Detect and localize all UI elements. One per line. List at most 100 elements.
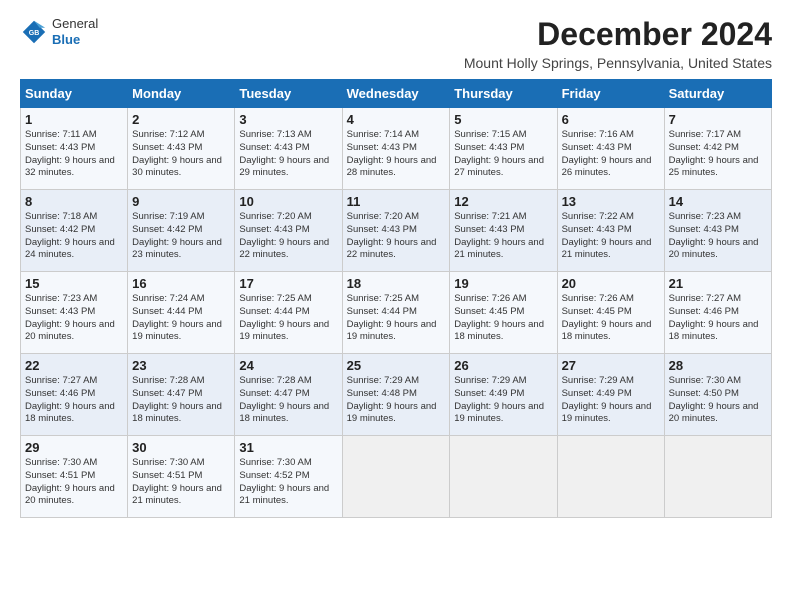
- day-detail: Sunrise: 7:13 AM Sunset: 4:43 PM Dayligh…: [239, 129, 337, 180]
- svg-text:GB: GB: [29, 29, 40, 36]
- calendar-day-cell: 11 Sunrise: 7:20 AM Sunset: 4:43 PM Dayl…: [342, 190, 450, 272]
- day-detail: Sunrise: 7:21 AM Sunset: 4:43 PM Dayligh…: [454, 211, 552, 262]
- day-detail: Sunrise: 7:26 AM Sunset: 4:45 PM Dayligh…: [562, 293, 660, 344]
- day-number: 13: [562, 194, 660, 209]
- day-number: 20: [562, 276, 660, 291]
- calendar-day-cell: 10 Sunrise: 7:20 AM Sunset: 4:43 PM Dayl…: [235, 190, 342, 272]
- day-number: 28: [669, 358, 767, 373]
- calendar-day-cell: 13 Sunrise: 7:22 AM Sunset: 4:43 PM Dayl…: [557, 190, 664, 272]
- calendar-day-cell: 12 Sunrise: 7:21 AM Sunset: 4:43 PM Dayl…: [450, 190, 557, 272]
- main-title: December 2024: [464, 16, 772, 53]
- day-detail: Sunrise: 7:23 AM Sunset: 4:43 PM Dayligh…: [25, 293, 123, 344]
- calendar-day-cell: 17 Sunrise: 7:25 AM Sunset: 4:44 PM Dayl…: [235, 272, 342, 354]
- day-detail: Sunrise: 7:15 AM Sunset: 4:43 PM Dayligh…: [454, 129, 552, 180]
- day-number: 4: [347, 112, 446, 127]
- weekday-header: Friday: [557, 80, 664, 108]
- calendar-day-cell: 19 Sunrise: 7:26 AM Sunset: 4:45 PM Dayl…: [450, 272, 557, 354]
- calendar-day-cell: 16 Sunrise: 7:24 AM Sunset: 4:44 PM Dayl…: [128, 272, 235, 354]
- calendar-week-row: 15 Sunrise: 7:23 AM Sunset: 4:43 PM Dayl…: [21, 272, 772, 354]
- day-detail: Sunrise: 7:29 AM Sunset: 4:49 PM Dayligh…: [562, 375, 660, 426]
- weekday-header: Monday: [128, 80, 235, 108]
- day-detail: Sunrise: 7:20 AM Sunset: 4:43 PM Dayligh…: [347, 211, 446, 262]
- calendar-week-row: 8 Sunrise: 7:18 AM Sunset: 4:42 PM Dayli…: [21, 190, 772, 272]
- day-number: 19: [454, 276, 552, 291]
- logo-blue-text: Blue: [52, 32, 98, 48]
- title-block: December 2024 Mount Holly Springs, Penns…: [464, 16, 772, 71]
- day-detail: Sunrise: 7:30 AM Sunset: 4:50 PM Dayligh…: [669, 375, 767, 426]
- calendar-day-cell: 25 Sunrise: 7:29 AM Sunset: 4:48 PM Dayl…: [342, 354, 450, 436]
- day-detail: Sunrise: 7:30 AM Sunset: 4:51 PM Dayligh…: [25, 457, 123, 508]
- calendar-day-cell: 24 Sunrise: 7:28 AM Sunset: 4:47 PM Dayl…: [235, 354, 342, 436]
- day-detail: Sunrise: 7:28 AM Sunset: 4:47 PM Dayligh…: [239, 375, 337, 426]
- calendar-table: SundayMondayTuesdayWednesdayThursdayFrid…: [20, 79, 772, 518]
- day-number: 21: [669, 276, 767, 291]
- calendar-day-cell: 15 Sunrise: 7:23 AM Sunset: 4:43 PM Dayl…: [21, 272, 128, 354]
- day-detail: Sunrise: 7:28 AM Sunset: 4:47 PM Dayligh…: [132, 375, 230, 426]
- calendar-day-cell: 18 Sunrise: 7:25 AM Sunset: 4:44 PM Dayl…: [342, 272, 450, 354]
- day-number: 23: [132, 358, 230, 373]
- day-detail: Sunrise: 7:16 AM Sunset: 4:43 PM Dayligh…: [562, 129, 660, 180]
- day-number: 7: [669, 112, 767, 127]
- day-detail: Sunrise: 7:26 AM Sunset: 4:45 PM Dayligh…: [454, 293, 552, 344]
- day-detail: Sunrise: 7:19 AM Sunset: 4:42 PM Dayligh…: [132, 211, 230, 262]
- weekday-header: Thursday: [450, 80, 557, 108]
- day-number: 14: [669, 194, 767, 209]
- day-number: 12: [454, 194, 552, 209]
- day-detail: Sunrise: 7:18 AM Sunset: 4:42 PM Dayligh…: [25, 211, 123, 262]
- calendar-day-cell: 4 Sunrise: 7:14 AM Sunset: 4:43 PM Dayli…: [342, 108, 450, 190]
- calendar-day-cell: 8 Sunrise: 7:18 AM Sunset: 4:42 PM Dayli…: [21, 190, 128, 272]
- calendar-day-cell: 7 Sunrise: 7:17 AM Sunset: 4:42 PM Dayli…: [664, 108, 771, 190]
- day-number: 17: [239, 276, 337, 291]
- calendar-day-cell: [342, 436, 450, 518]
- calendar-day-cell: 2 Sunrise: 7:12 AM Sunset: 4:43 PM Dayli…: [128, 108, 235, 190]
- calendar-day-cell: 5 Sunrise: 7:15 AM Sunset: 4:43 PM Dayli…: [450, 108, 557, 190]
- calendar-day-cell: 20 Sunrise: 7:26 AM Sunset: 4:45 PM Dayl…: [557, 272, 664, 354]
- calendar-day-cell: 26 Sunrise: 7:29 AM Sunset: 4:49 PM Dayl…: [450, 354, 557, 436]
- day-detail: Sunrise: 7:24 AM Sunset: 4:44 PM Dayligh…: [132, 293, 230, 344]
- calendar-day-cell: [664, 436, 771, 518]
- logo: GB General Blue: [20, 16, 98, 47]
- day-detail: Sunrise: 7:29 AM Sunset: 4:49 PM Dayligh…: [454, 375, 552, 426]
- day-detail: Sunrise: 7:25 AM Sunset: 4:44 PM Dayligh…: [347, 293, 446, 344]
- calendar-week-row: 1 Sunrise: 7:11 AM Sunset: 4:43 PM Dayli…: [21, 108, 772, 190]
- calendar-day-cell: 9 Sunrise: 7:19 AM Sunset: 4:42 PM Dayli…: [128, 190, 235, 272]
- day-number: 9: [132, 194, 230, 209]
- day-number: 8: [25, 194, 123, 209]
- calendar-day-cell: 29 Sunrise: 7:30 AM Sunset: 4:51 PM Dayl…: [21, 436, 128, 518]
- logo-general-text: General: [52, 16, 98, 32]
- day-number: 1: [25, 112, 123, 127]
- day-detail: Sunrise: 7:29 AM Sunset: 4:48 PM Dayligh…: [347, 375, 446, 426]
- day-detail: Sunrise: 7:17 AM Sunset: 4:42 PM Dayligh…: [669, 129, 767, 180]
- day-number: 5: [454, 112, 552, 127]
- weekday-header: Saturday: [664, 80, 771, 108]
- day-detail: Sunrise: 7:27 AM Sunset: 4:46 PM Dayligh…: [25, 375, 123, 426]
- day-number: 3: [239, 112, 337, 127]
- calendar-day-cell: 31 Sunrise: 7:30 AM Sunset: 4:52 PM Dayl…: [235, 436, 342, 518]
- day-number: 2: [132, 112, 230, 127]
- day-number: 31: [239, 440, 337, 455]
- day-number: 22: [25, 358, 123, 373]
- weekday-header: Sunday: [21, 80, 128, 108]
- day-number: 29: [25, 440, 123, 455]
- day-detail: Sunrise: 7:14 AM Sunset: 4:43 PM Dayligh…: [347, 129, 446, 180]
- calendar-day-cell: 22 Sunrise: 7:27 AM Sunset: 4:46 PM Dayl…: [21, 354, 128, 436]
- page-header: GB General Blue December 2024 Mount Holl…: [20, 16, 772, 71]
- day-number: 18: [347, 276, 446, 291]
- weekday-header: Tuesday: [235, 80, 342, 108]
- calendar-day-cell: 3 Sunrise: 7:13 AM Sunset: 4:43 PM Dayli…: [235, 108, 342, 190]
- day-detail: Sunrise: 7:30 AM Sunset: 4:51 PM Dayligh…: [132, 457, 230, 508]
- day-detail: Sunrise: 7:22 AM Sunset: 4:43 PM Dayligh…: [562, 211, 660, 262]
- calendar-day-cell: [557, 436, 664, 518]
- calendar-day-cell: 30 Sunrise: 7:30 AM Sunset: 4:51 PM Dayl…: [128, 436, 235, 518]
- day-number: 24: [239, 358, 337, 373]
- calendar-day-cell: 14 Sunrise: 7:23 AM Sunset: 4:43 PM Dayl…: [664, 190, 771, 272]
- day-detail: Sunrise: 7:12 AM Sunset: 4:43 PM Dayligh…: [132, 129, 230, 180]
- logo-icon: GB: [20, 18, 48, 46]
- calendar-week-row: 29 Sunrise: 7:30 AM Sunset: 4:51 PM Dayl…: [21, 436, 772, 518]
- day-number: 25: [347, 358, 446, 373]
- calendar-day-cell: 28 Sunrise: 7:30 AM Sunset: 4:50 PM Dayl…: [664, 354, 771, 436]
- day-detail: Sunrise: 7:20 AM Sunset: 4:43 PM Dayligh…: [239, 211, 337, 262]
- day-number: 26: [454, 358, 552, 373]
- day-number: 30: [132, 440, 230, 455]
- day-detail: Sunrise: 7:27 AM Sunset: 4:46 PM Dayligh…: [669, 293, 767, 344]
